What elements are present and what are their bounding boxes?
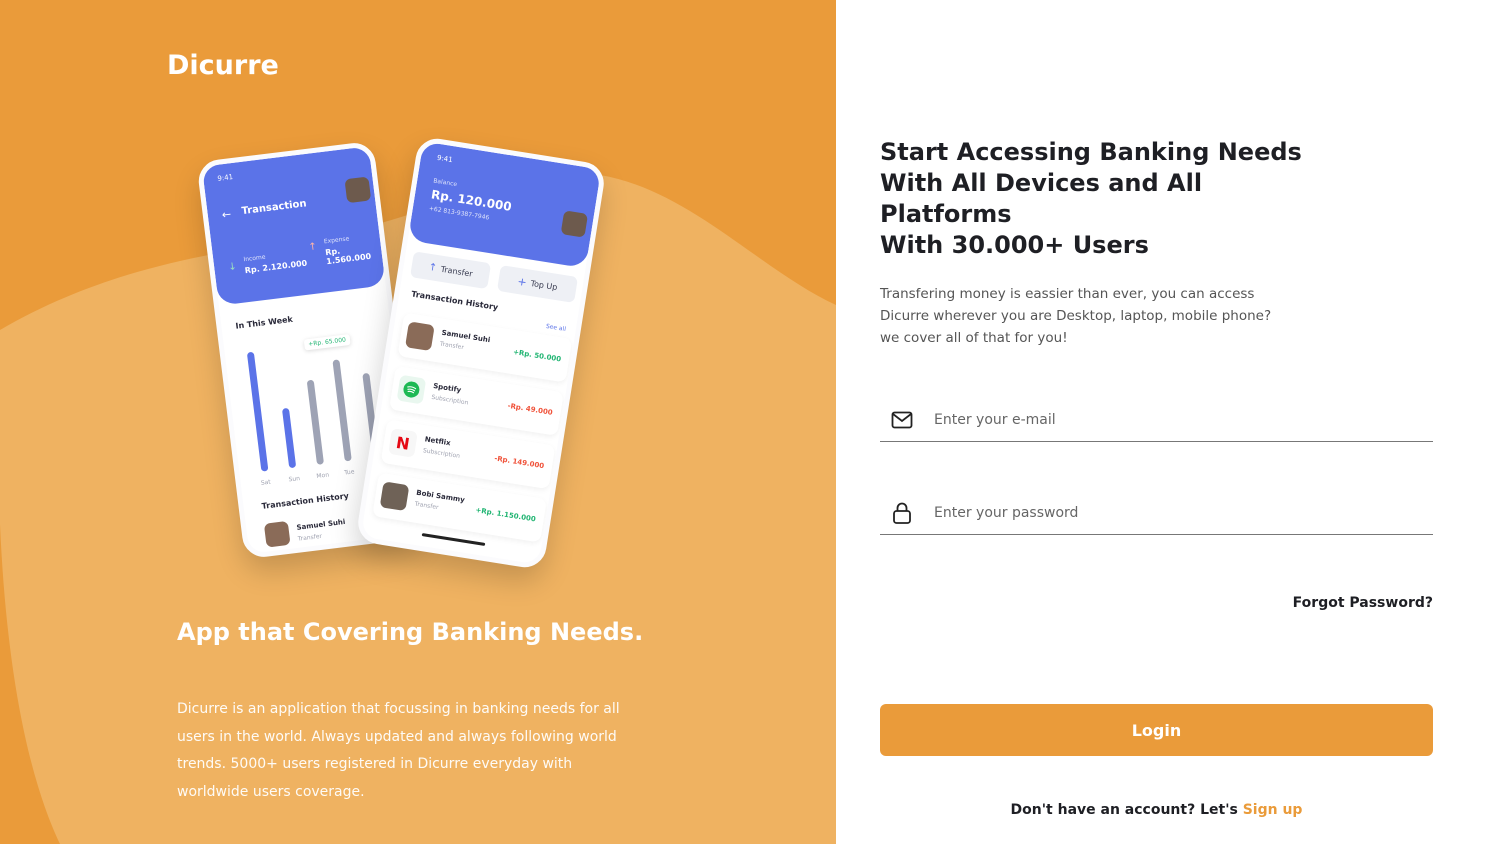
chart-bar — [306, 379, 325, 465]
tx-amount: +Rp. 50.000 — [512, 348, 562, 364]
plus-icon: + — [516, 274, 528, 289]
signup-prompt: Don't have an account? Let's Sign up — [880, 802, 1433, 818]
week-label: In This Week — [235, 314, 294, 331]
expense-arrow-icon: ↑ — [307, 241, 318, 254]
transfer-pill: ↑ Transfer — [410, 251, 492, 290]
brand-logo: Dicurre — [167, 50, 279, 81]
headline-line: With All Devices and All Platforms — [880, 169, 1203, 228]
password-field-container — [880, 491, 1433, 535]
forgot-password-link[interactable]: Forgot Password? — [1293, 595, 1433, 611]
email-field-container — [880, 398, 1433, 442]
chart-tooltip: +Rp. 65.000 — [303, 333, 351, 351]
avatar — [344, 176, 372, 204]
tx-name: Spotify — [432, 381, 462, 395]
day-label: Mon — [316, 471, 330, 481]
tx-type: Subscription — [430, 393, 469, 407]
home-indicator — [421, 533, 486, 546]
history-label: Transaction History — [410, 289, 499, 313]
tx-amount: -Rp. 49.000 — [507, 401, 554, 417]
app-description: Dicurre is an application that focussing… — [177, 701, 620, 800]
subtitle-line: Transfering money is eassier than ever, … — [880, 286, 1255, 302]
day-label: Sun — [288, 475, 301, 484]
subtitle-line: Dicurre wherever you are Desktop, laptop… — [880, 308, 1272, 324]
day-label: Sat — [260, 478, 272, 487]
avatar — [379, 481, 410, 512]
mail-icon — [880, 411, 924, 429]
income-label: Income — [243, 253, 266, 264]
history-label: Transaction History — [261, 491, 350, 511]
signup-prompt-text: Don't have an account? Let's — [1010, 802, 1238, 818]
headline-line: Start Accessing Banking Needs — [880, 138, 1302, 166]
page-title: Start Accessing Banking Needs With All D… — [880, 137, 1340, 261]
chart-bar — [332, 359, 352, 462]
day-label: Tue — [343, 468, 355, 477]
topup-pill: + Top Up — [496, 265, 579, 303]
transfer-label: Transfer — [440, 264, 474, 279]
back-arrow-icon: ← — [221, 207, 232, 222]
tx-type: Transfer — [297, 532, 323, 543]
tx-type: Transfer — [414, 500, 439, 512]
tx-name: Netflix — [424, 435, 452, 448]
signup-link[interactable]: Sign up — [1243, 802, 1303, 818]
expense-label: Expense — [323, 235, 350, 246]
tagline: App that Covering Banking Needs. — [177, 618, 644, 646]
lock-icon — [880, 502, 924, 524]
tx-type: Subscription — [422, 447, 461, 460]
login-button[interactable]: Login — [880, 704, 1433, 756]
avatar — [263, 520, 291, 548]
phone-title: Transaction — [240, 198, 308, 218]
chart-bar — [246, 351, 269, 472]
password-input[interactable] — [924, 504, 1404, 521]
headline-line: With 30.000+ Users — [880, 231, 1149, 259]
avatar — [404, 321, 435, 352]
status-time: 9:41 — [216, 172, 234, 183]
phone-header: 9:41 ← Transaction ↓ Income Rp. 2.120.00… — [201, 146, 386, 306]
phone-header: 9:41 Balance Rp. 120.000 +62 813-9387-79… — [407, 141, 602, 269]
tx-type: Transfer — [439, 340, 465, 352]
spotify-icon — [396, 374, 427, 405]
tx-amount: +Rp. 1.150.000 — [474, 506, 537, 524]
see-all-link: See all — [545, 322, 567, 333]
email-input[interactable] — [924, 411, 1404, 428]
balance-label: Balance — [432, 177, 458, 189]
income-arrow-icon: ↓ — [227, 261, 238, 274]
tx-name: Samuel Suhi — [296, 517, 346, 532]
arrow-up-icon: ↑ — [427, 261, 438, 274]
netflix-icon: N — [388, 428, 418, 458]
status-time: 9:41 — [436, 153, 454, 165]
page-subtitle: Transfering money is eassier than ever, … — [880, 283, 1280, 349]
promo-panel: Dicurre 9:41 ← Transaction ↓ Income Rp. … — [0, 0, 836, 844]
avatar — [560, 210, 589, 238]
expense-value: Rp. 1.560.000 — [324, 246, 372, 267]
chart-bar — [281, 407, 297, 469]
tx-amount: -Rp. 149.000 — [493, 454, 545, 471]
subtitle-line: we cover all of that for you! — [880, 330, 1068, 346]
topup-label: Top Up — [529, 278, 559, 292]
